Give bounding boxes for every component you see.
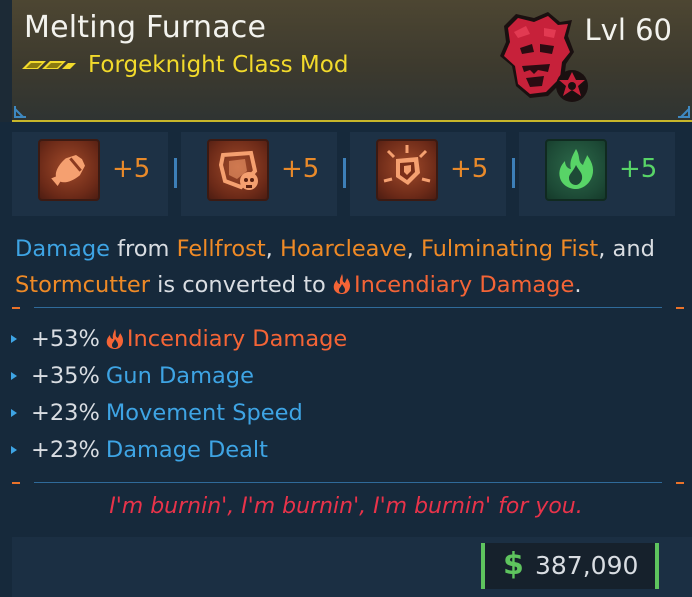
skill-bonus-2[interactable]: +5 bbox=[181, 132, 337, 216]
divider-top bbox=[12, 307, 684, 309]
item-description: Damage from Fellfrost, Hoarcleave, Fulmi… bbox=[15, 231, 690, 303]
desc-text: . bbox=[574, 272, 582, 298]
skill-icon-frame bbox=[207, 139, 269, 201]
desc-skill-name: Fulminating Fist bbox=[420, 236, 599, 262]
skill-bonus-value: +5 bbox=[112, 154, 151, 184]
stat-value: +23% bbox=[31, 399, 100, 426]
stat-bullet-icon bbox=[11, 334, 17, 343]
incendiary-flame-icon bbox=[333, 274, 350, 294]
price-box: $ 387,090 bbox=[481, 543, 659, 589]
item-stats: +53% Incendiary Damage +35% Gun Damage +… bbox=[10, 320, 670, 468]
stat-bullet-icon bbox=[11, 408, 17, 417]
desc-damage-keyword: Damage bbox=[15, 236, 110, 262]
stat-value: +35% bbox=[31, 362, 100, 389]
item-card: Melting Furnace Forgeknight Class Mod Lv… bbox=[0, 0, 692, 597]
stat-line: +35% Gun Damage bbox=[10, 357, 670, 394]
header-left-edge bbox=[0, 0, 12, 122]
skill-bonus-value: +5 bbox=[281, 154, 320, 184]
rarity-chevrons-icon bbox=[22, 61, 76, 69]
forgeknight-class-icon bbox=[500, 12, 588, 102]
stat-line: +53% Incendiary Damage bbox=[10, 320, 670, 357]
stat-value: +23% bbox=[31, 436, 100, 463]
burst-shield-skill-icon bbox=[383, 145, 431, 185]
stat-bullet-icon bbox=[11, 445, 17, 454]
currency-icon: $ bbox=[503, 547, 524, 582]
item-type: Forgeknight Class Mod bbox=[88, 52, 349, 78]
skill-separator bbox=[343, 158, 346, 188]
skill-icon-frame bbox=[38, 139, 100, 201]
desc-text: , bbox=[265, 236, 280, 262]
item-header: Melting Furnace Forgeknight Class Mod Lv… bbox=[0, 0, 692, 122]
skill-bonus-row: +5 +5 +5 +5 bbox=[12, 132, 692, 216]
desc-text: from bbox=[109, 236, 177, 262]
skill-separator bbox=[174, 158, 177, 188]
desc-text: , and bbox=[598, 236, 655, 262]
skill-bonus-4[interactable]: +5 bbox=[519, 132, 675, 216]
stat-label: Damage Dealt bbox=[105, 436, 269, 463]
rocket-skill-icon bbox=[51, 154, 85, 187]
stat-line: +23% Movement Speed bbox=[10, 394, 670, 431]
item-type-row: Forgeknight Class Mod bbox=[22, 52, 348, 78]
desc-skill-name: Hoarcleave bbox=[279, 236, 407, 262]
stat-label: Gun Damage bbox=[105, 362, 254, 389]
skill-icon-frame bbox=[376, 139, 438, 201]
incendiary-flame-icon bbox=[106, 328, 123, 349]
skill-separator bbox=[512, 158, 515, 188]
item-footer: $ 387,090 bbox=[12, 537, 692, 597]
price-amount: 387,090 bbox=[535, 551, 639, 580]
stat-line: +23% Damage Dealt bbox=[10, 431, 670, 468]
item-name: Melting Furnace bbox=[24, 10, 267, 45]
desc-text: is converted to bbox=[150, 272, 333, 298]
stat-label: Incendiary Damage bbox=[126, 325, 348, 352]
green-flame-skill-icon bbox=[559, 149, 594, 189]
item-level: Lvl 60 bbox=[584, 13, 673, 47]
desc-text: , bbox=[406, 236, 421, 262]
stat-bullet-icon bbox=[11, 371, 17, 380]
skill-bonus-value: +5 bbox=[619, 154, 658, 184]
stat-value: +53% bbox=[31, 325, 100, 352]
divider-bottom bbox=[12, 482, 684, 484]
corner-decoration-left bbox=[14, 106, 26, 118]
desc-skill-name: Fellfrost bbox=[176, 236, 266, 262]
skill-bonus-1[interactable]: +5 bbox=[12, 132, 168, 216]
stat-label: Movement Speed bbox=[105, 399, 303, 426]
skull-shield-skill-icon bbox=[218, 150, 258, 190]
skill-icon-frame bbox=[545, 139, 607, 201]
desc-element: Incendiary Damage bbox=[353, 272, 575, 298]
flavor-text: I'm burnin', I'm burnin', I'm burnin' fo… bbox=[109, 494, 583, 519]
skill-bonus-3[interactable]: +5 bbox=[350, 132, 506, 216]
corner-decoration-right bbox=[678, 106, 690, 118]
desc-skill-name: Stormcutter bbox=[15, 272, 151, 298]
skill-bonus-value: +5 bbox=[450, 154, 489, 184]
